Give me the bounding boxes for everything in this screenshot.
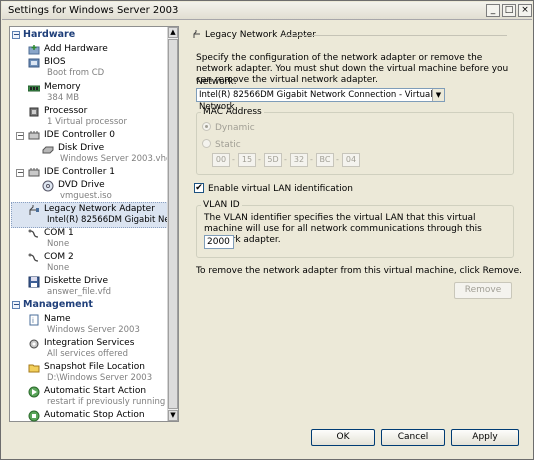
settings-window: Settings for Windows Server 2003 _ □ × −… — [0, 0, 534, 460]
sidebar-item-name[interactable]: i Name Windows Server 2003 — [10, 313, 168, 337]
vlan-id-legend: VLAN ID — [203, 200, 240, 210]
network-adapter-icon — [28, 204, 40, 216]
vlan-checkbox[interactable]: ✔ — [194, 183, 204, 193]
processor-icon — [28, 106, 40, 118]
snapshot-folder-icon — [28, 362, 40, 374]
heading-divider — [283, 35, 507, 36]
vlan-description: The VLAN identifier specifies the virtua… — [204, 213, 482, 245]
maximize-button[interactable]: □ — [502, 4, 516, 17]
sidebar-scrollbar[interactable]: ▲ ▼ — [167, 27, 178, 421]
ide-controller-icon — [28, 130, 40, 142]
com-port-icon — [28, 252, 40, 264]
scroll-thumb[interactable] — [168, 39, 178, 409]
settings-tree[interactable]: − Hardware Add Hardware BIOS Boot from CD… — [9, 26, 179, 422]
sidebar-item-automatic-start-action[interactable]: Automatic Start Action restart if previo… — [10, 385, 168, 409]
sidebar-item-bios[interactable]: BIOS Boot from CD — [10, 56, 168, 80]
remove-instructions: To remove the network adapter from this … — [196, 266, 522, 276]
remove-button[interactable]: Remove — [454, 282, 512, 299]
sidebar-item-integration-services[interactable]: Integration Services All services offere… — [10, 337, 168, 361]
dynamic-radio: Dynamic — [202, 122, 255, 133]
window-title: Settings for Windows Server 2003 — [8, 5, 179, 16]
network-adapter-icon — [192, 29, 202, 42]
ide-controller-icon — [28, 167, 40, 179]
mac-octet-6: 04 — [342, 153, 360, 167]
sidebar-item-legacy-network-adapter[interactable]: Legacy Network Adapter Intel(R) 82566DM … — [10, 203, 173, 227]
integration-services-icon — [28, 338, 40, 350]
mac-octet-5: BC — [316, 153, 334, 167]
dvd-drive-icon — [42, 180, 54, 192]
sidebar-item-com-1[interactable]: COM 1 None — [10, 227, 168, 251]
stop-action-icon — [28, 410, 40, 422]
panel-description: Specify the configuration of the network… — [196, 53, 509, 85]
mac-octet-3: 5D — [264, 153, 282, 167]
sidebar-item-snapshot-file-location[interactable]: Snapshot File Location D:\Windows Server… — [10, 361, 168, 385]
collapse-icon[interactable]: − — [12, 31, 20, 39]
sidebar-item-diskette-drive[interactable]: Diskette Drive answer_file.vfd — [10, 275, 168, 299]
title-bar: Settings for Windows Server 2003 _ □ × — [2, 2, 532, 20]
collapse-icon[interactable]: − — [16, 132, 24, 140]
chevron-down-icon[interactable]: ▼ — [432, 89, 444, 101]
cancel-button[interactable]: Cancel — [381, 429, 445, 446]
static-radio: Static — [202, 139, 241, 150]
hardware-section-header[interactable]: − Hardware — [12, 29, 168, 43]
radio-icon — [202, 122, 211, 131]
sidebar-item-processor[interactable]: Processor 1 Virtual processor — [10, 105, 168, 129]
collapse-icon[interactable]: − — [16, 169, 24, 177]
svg-text:i: i — [32, 317, 34, 325]
mac-octet-4: 32 — [290, 153, 308, 167]
apply-button[interactable]: Apply — [451, 429, 519, 446]
mac-octet-1: 00 — [212, 153, 230, 167]
sidebar-item-automatic-stop-action[interactable]: Automatic Stop Action — [10, 409, 168, 433]
vlan-checkbox-label[interactable]: Enable virtual LAN identification — [208, 184, 353, 194]
disk-drive-icon — [42, 143, 54, 155]
add-hardware-icon — [28, 44, 40, 56]
minimize-button[interactable]: _ — [486, 4, 500, 17]
diskette-icon — [28, 276, 40, 288]
collapse-icon[interactable]: − — [12, 301, 20, 309]
ok-button[interactable]: OK — [311, 429, 375, 446]
network-select[interactable]: Intel(R) 82566DM Gigabit Network Connect… — [196, 88, 445, 112]
vlan-id-input[interactable]: 2000 — [204, 235, 234, 249]
close-button[interactable]: × — [518, 4, 532, 17]
start-action-icon — [28, 386, 40, 398]
bios-icon — [28, 57, 40, 69]
management-section-header[interactable]: − Management — [12, 299, 168, 313]
name-icon: i — [28, 314, 40, 326]
mac-address-legend: MAC Address — [203, 107, 262, 117]
scroll-down-icon[interactable]: ▼ — [168, 410, 178, 421]
radio-icon — [202, 139, 211, 148]
mac-octet-2: 15 — [238, 153, 256, 167]
sidebar-item-memory[interactable]: Memory 384 MB — [10, 81, 168, 105]
com-port-icon — [28, 228, 40, 240]
sidebar-item-com-2[interactable]: COM 2 None — [10, 251, 168, 275]
network-label: Network: — [196, 77, 237, 87]
settings-panel: Legacy Network Adapter Specify the confi… — [186, 26, 526, 426]
sidebar-item-dvd-drive[interactable]: DVD Drive vmguest.iso — [10, 179, 168, 203]
sidebar-item-disk-drive[interactable]: Disk Drive Windows Server 2003.vhd — [10, 142, 171, 166]
memory-icon — [28, 82, 40, 94]
scroll-up-icon[interactable]: ▲ — [168, 27, 178, 38]
